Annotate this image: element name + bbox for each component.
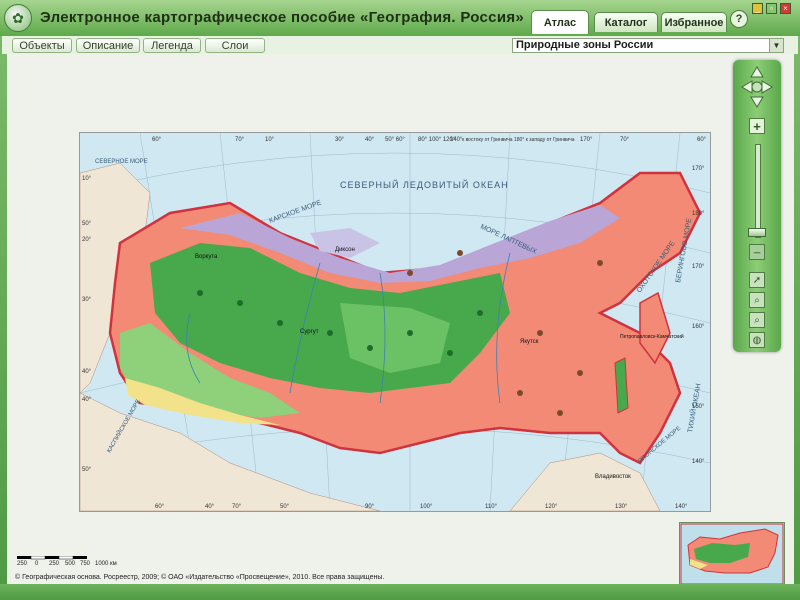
scale-label-0: 250 — [17, 561, 28, 567]
lon-top-8: 170° — [580, 137, 593, 143]
lon-bottom-1: 40° — [205, 504, 215, 510]
help-label: ? — [735, 13, 743, 25]
lon-bottom-3: 50° — [280, 504, 290, 510]
tab-catalog-label: Каталог — [604, 16, 648, 29]
label-yakutsk: Якутск — [520, 339, 539, 345]
overview-minimap[interactable] — [679, 522, 785, 586]
close-button[interactable]: × — [780, 3, 791, 14]
zoom-slider-thumb[interactable] — [748, 228, 766, 237]
map-navigation-panel: + − ➚ ⌕ ⌕ ◍ — [733, 60, 781, 352]
lon-top-2: 10° — [265, 137, 275, 143]
scale-label-1: 0 — [35, 561, 39, 567]
label-vladivostok: Владивосток — [595, 474, 631, 480]
lon-top-3: 30° — [335, 137, 345, 143]
map-svg: СЕВЕРНЫЙ ЛЕДОВИТЫЙ ОКЕАН ОХОТСКОЕ МОРЕ Б… — [79, 132, 711, 512]
objects-label: Объекты — [19, 39, 65, 52]
layers-label: Слои — [221, 39, 249, 52]
pan-control — [740, 65, 774, 109]
bottom-frame — [0, 584, 800, 600]
pan-left-button[interactable] — [741, 80, 753, 94]
map-select-value: Природные зоны России — [516, 39, 654, 51]
scale-label-3: 500 — [65, 561, 76, 567]
lat-right-1: 180° — [692, 211, 705, 217]
pan-down-button[interactable] — [750, 96, 764, 108]
lat-right-0: 170° — [692, 166, 705, 172]
zoom-in-button[interactable]: + — [749, 118, 765, 134]
lon-bottom-0: 60° — [155, 504, 165, 510]
minimize-button[interactable]: _ — [752, 3, 763, 14]
description-button[interactable]: Описание — [76, 38, 140, 53]
lat-left-5: 40° — [82, 397, 92, 403]
lat-left-1: 50° — [82, 221, 92, 227]
objects-button[interactable]: Объекты — [12, 38, 72, 53]
lat-left-2: 20° — [82, 237, 92, 243]
zoom-out-button[interactable]: − — [749, 244, 765, 260]
scale-label-5: 1000 км — [95, 561, 117, 567]
scale-label-4: 750 — [80, 561, 91, 567]
app-logo-icon: ✿ — [4, 4, 32, 32]
lon-top-4: 40° — [365, 137, 375, 143]
lon-top-5: 50° 60° — [385, 137, 405, 143]
map-select[interactable]: Природные зоны России ▼ — [512, 38, 784, 53]
label-ocean-north: СЕВЕРНЫЙ ЛЕДОВИТЫЙ ОКЕАН — [340, 179, 509, 190]
tab-catalog[interactable]: Каталог — [594, 12, 658, 32]
help-button[interactable]: ? — [730, 10, 748, 28]
lat-left-0: 10° — [82, 176, 92, 182]
label-petropavlovsk: Петропавловск-Камчатский — [620, 333, 684, 340]
note-top: к востоку от Гринвича 180° к западу от Г… — [462, 137, 575, 143]
chevron-down-icon[interactable]: ▼ — [769, 39, 783, 52]
scale-label-2: 250 — [49, 561, 60, 567]
title-bar: ✿ Электронное картографическое пособие «… — [0, 0, 800, 36]
lon-top-1: 70° — [235, 137, 245, 143]
label-sea-north: СЕВЕРНОЕ МОРЕ — [95, 159, 148, 165]
copyright-text: © Географическая основа. Росреестр, 2009… — [15, 574, 385, 581]
app-title: Электронное картографическое пособие «Ге… — [40, 9, 525, 26]
lat-right-2: 170° — [692, 264, 705, 270]
lon-top-0: 60° — [152, 137, 162, 143]
russia-natural-zones-map[interactable]: СЕВЕРНЫЙ ЛЕДОВИТЫЙ ОКЕАН ОХОТСКОЕ МОРЕ Б… — [79, 132, 711, 512]
pointer-tool-icon[interactable]: ➚ — [749, 272, 765, 288]
lon-bottom-9: 140° — [675, 504, 688, 510]
lon-bottom-8: 130° — [615, 504, 628, 510]
lat-left-3: 30° — [82, 297, 92, 303]
restore-button[interactable]: ▫ — [766, 3, 777, 14]
magnifier-tool-icon[interactable]: ⌕ — [749, 292, 765, 308]
pan-center-button[interactable] — [751, 81, 763, 93]
lon-bottom-5: 100° — [420, 504, 433, 510]
tab-favorites-label: Избранное — [664, 16, 724, 29]
lon-top-labels: 60° 70° 10° 30° 40° 50° 60° 80° 100° 120… — [152, 137, 707, 143]
lat-right-3: 160° — [692, 324, 705, 330]
tab-atlas-label: Атлас — [543, 16, 577, 29]
measure-tool-icon[interactable]: ⌕ — [749, 312, 765, 328]
tab-favorites[interactable]: Избранное — [661, 12, 727, 32]
pan-arrows-icon — [741, 66, 773, 108]
pan-up-button[interactable] — [750, 66, 764, 78]
legend-button[interactable]: Легенда — [143, 38, 201, 53]
lon-bottom-7: 120° — [545, 504, 558, 510]
globe-tool-icon[interactable]: ◍ — [749, 332, 765, 348]
lon-bottom-2: 70° — [232, 504, 242, 510]
label-surgut: Сургут — [300, 329, 319, 335]
zoom-slider-track[interactable] — [755, 144, 761, 238]
lon-bottom-6: 110° — [485, 504, 498, 510]
lat-right-5: 140° — [692, 459, 705, 465]
scale-bar: 250 0 250 500 750 1000 км — [17, 556, 127, 570]
label-vorkuta: Воркута — [195, 254, 218, 260]
label-dikson: Диксон — [335, 247, 355, 253]
lat-left-4: 40° — [82, 369, 92, 375]
description-label: Описание — [82, 39, 134, 52]
pan-right-button[interactable] — [761, 80, 773, 94]
lon-top-9: 70° — [620, 137, 630, 143]
lon-top-10: 60° — [697, 137, 707, 143]
minimap-svg — [680, 523, 784, 585]
lat-right-4: 150° — [692, 404, 705, 410]
lon-bottom-4: 90° — [365, 504, 375, 510]
tab-atlas[interactable]: Атлас — [531, 10, 589, 34]
lat-left-6: 50° — [82, 467, 92, 473]
layers-button[interactable]: Слои — [205, 38, 265, 53]
legend-label: Легенда — [151, 39, 193, 52]
